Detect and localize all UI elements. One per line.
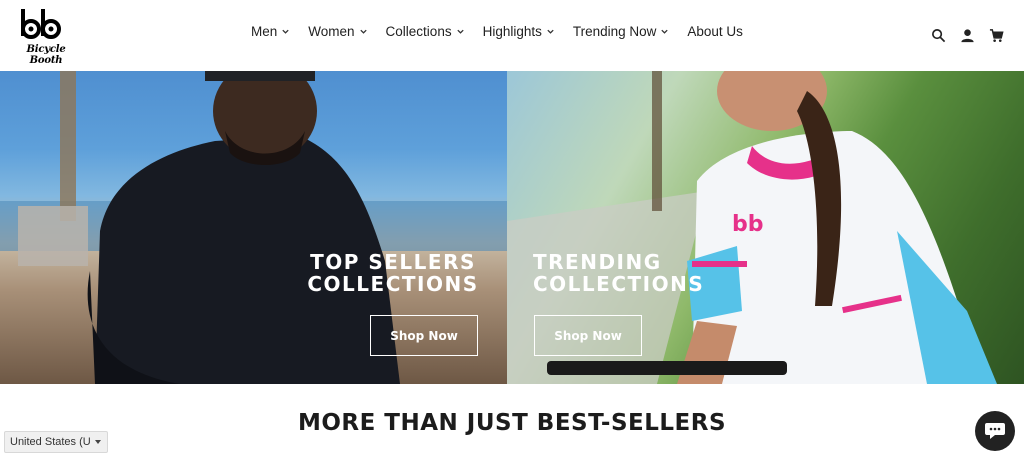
- shop-now-trending-button[interactable]: Shop Now: [534, 315, 642, 356]
- logo-text: Bicycle Booth: [26, 44, 66, 66]
- caret-down-icon: [95, 440, 101, 444]
- chat-icon: [985, 423, 1005, 439]
- hero-top-sellers-title: TOP SELLERS COLLECTIONS: [303, 251, 483, 295]
- account-icon[interactable]: [960, 28, 975, 43]
- chevron-down-icon: [282, 29, 289, 34]
- nav-item-label: Highlights: [482, 24, 542, 39]
- hero-top-sellers-title-line1: TOP SELLERS: [310, 250, 476, 274]
- nav-item-about-us[interactable]: About Us: [687, 24, 743, 39]
- nav-item-trending-now[interactable]: Trending Now: [573, 24, 670, 39]
- svg-text:bb: bb: [732, 212, 764, 237]
- nav-item-highlights[interactable]: Highlights: [483, 24, 555, 39]
- site-header: Bicycle Booth Men Women Collections High…: [0, 0, 1024, 70]
- chevron-down-icon: [456, 29, 464, 34]
- country-selector[interactable]: United States (U: [4, 431, 108, 453]
- main-nav: Men Women Collections Highlights Trendin…: [251, 24, 761, 39]
- hero-trending[interactable]: bb TRENDING COLLECTIONS Shop Now: [507, 71, 1024, 384]
- hero-trending-title: TRENDING COLLECTIONS: [533, 251, 708, 295]
- nav-item-label: Men: [251, 24, 278, 39]
- hero-trending-title-line2: COLLECTIONS: [533, 272, 705, 296]
- chat-button[interactable]: [975, 411, 1015, 451]
- chevron-down-icon: [359, 29, 367, 34]
- country-selector-value: United States (U: [10, 436, 91, 448]
- search-icon[interactable]: [931, 28, 946, 43]
- nav-item-collections[interactable]: Collections: [386, 24, 465, 39]
- nav-item-label: Collections: [385, 24, 452, 39]
- shop-now-top-sellers-button[interactable]: Shop Now: [370, 315, 478, 356]
- nav-item-women[interactable]: Women: [308, 24, 367, 39]
- hero-trending-title-line1: TRENDING: [533, 250, 662, 274]
- logo[interactable]: Bicycle Booth: [10, 6, 82, 66]
- chevron-down-icon: [547, 29, 554, 34]
- nav-item-men[interactable]: Men: [251, 24, 290, 39]
- logo-mark-icon: [21, 9, 61, 39]
- hero-top-sellers-title-line2: COLLECTIONS: [307, 272, 479, 296]
- hero-top-sellers[interactable]: TOP SELLERS COLLECTIONS Shop Now: [0, 71, 507, 384]
- header-icons: [931, 28, 1004, 43]
- nav-item-label: Women: [308, 24, 355, 39]
- nav-item-label: Trending Now: [572, 24, 657, 39]
- nav-item-label: About Us: [687, 24, 743, 39]
- cart-icon[interactable]: [989, 28, 1004, 43]
- chevron-down-icon: [661, 29, 669, 34]
- section-title: MORE THAN JUST BEST-SELLERS: [297, 410, 727, 436]
